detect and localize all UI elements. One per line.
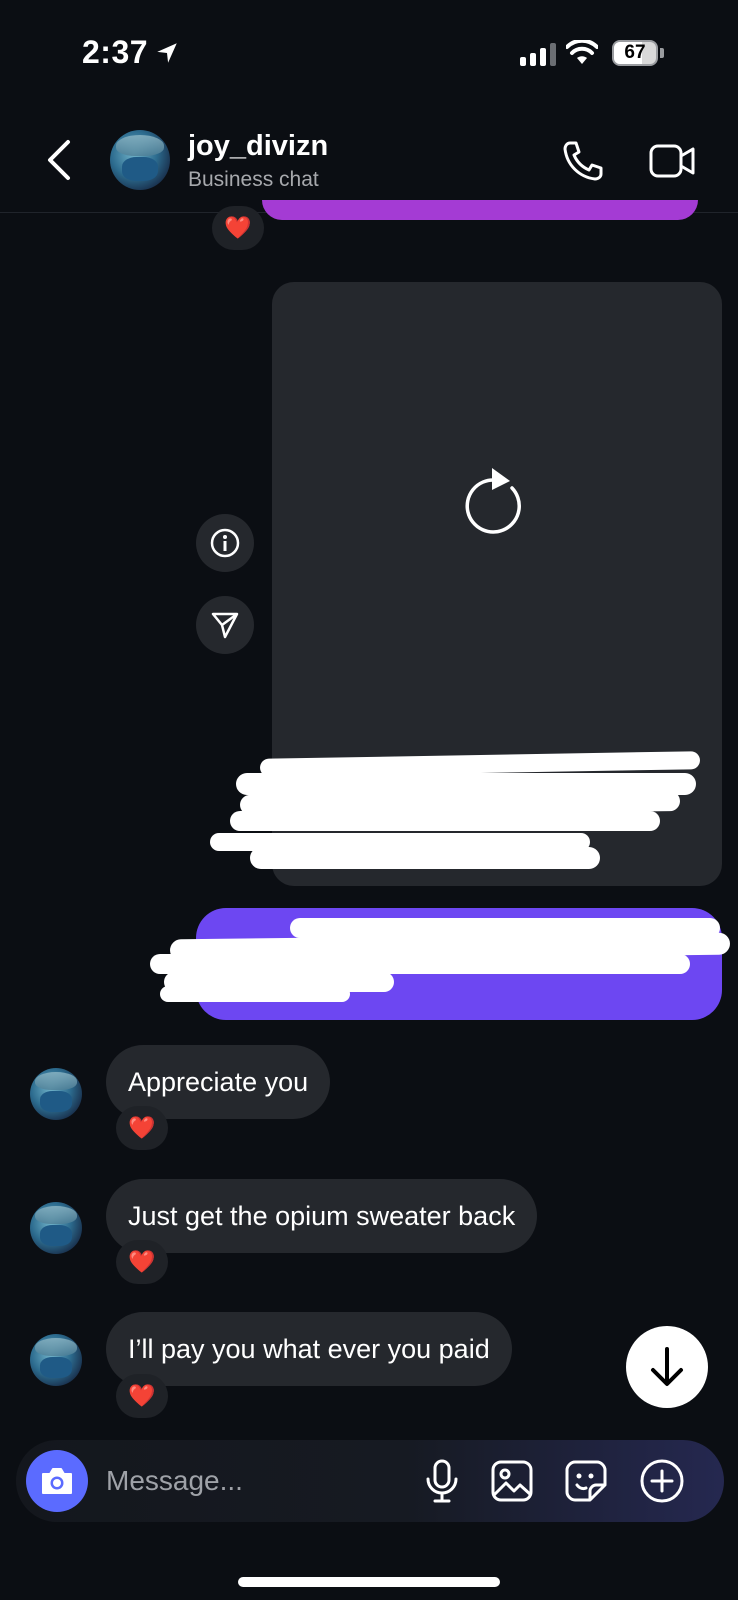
microphone-icon[interactable] <box>418 1457 466 1505</box>
camera-button[interactable] <box>26 1450 88 1512</box>
share-button[interactable] <box>196 596 254 654</box>
contact-username[interactable]: joy_divizn <box>188 130 328 163</box>
message-input[interactable] <box>104 1455 408 1507</box>
sticker-icon[interactable] <box>562 1457 610 1505</box>
image-icon[interactable] <box>488 1457 536 1505</box>
signal-strength-icon <box>520 42 556 66</box>
sender-avatar[interactable] <box>30 1068 82 1120</box>
scroll-to-bottom-button[interactable] <box>626 1326 708 1408</box>
redacted-caption <box>210 751 710 875</box>
sender-avatar[interactable] <box>30 1202 82 1254</box>
sender-avatar[interactable] <box>30 1334 82 1386</box>
message-bubble[interactable]: Just get the opium sweater back <box>106 1179 538 1253</box>
wifi-icon <box>566 40 598 64</box>
info-button[interactable] <box>196 514 254 572</box>
arrow-down-icon <box>651 1347 683 1386</box>
status-time: 2:37 <box>82 34 149 70</box>
camera-icon <box>42 1468 72 1494</box>
battery-indicator: 67 <box>612 40 658 66</box>
battery-percent: 67 <box>624 42 646 63</box>
send-icon <box>211 612 239 639</box>
video-camera-icon[interactable] <box>648 140 696 182</box>
chat-type-label: Business chat <box>188 168 319 191</box>
reaction-heart[interactable]: ❤️ <box>116 1106 168 1150</box>
back-button[interactable] <box>40 138 80 182</box>
plus-circle-icon[interactable] <box>638 1457 686 1505</box>
previous-message-bubble[interactable] <box>262 200 698 220</box>
redacted-outgoing-text <box>150 918 738 1002</box>
message-bubble[interactable]: I’ll pay you what ever you paid <box>106 1312 512 1386</box>
reaction-heart[interactable]: ❤️ <box>116 1374 168 1418</box>
battery-cap <box>660 48 664 58</box>
location-arrow-icon <box>157 43 177 63</box>
home-indicator <box>238 1577 500 1587</box>
reload-icon[interactable] <box>462 464 530 536</box>
reaction-heart[interactable]: ❤️ <box>212 206 264 250</box>
contact-avatar[interactable] <box>110 130 170 190</box>
reaction-heart[interactable]: ❤️ <box>116 1240 168 1284</box>
phone-icon[interactable] <box>560 138 606 184</box>
info-icon <box>210 528 240 558</box>
